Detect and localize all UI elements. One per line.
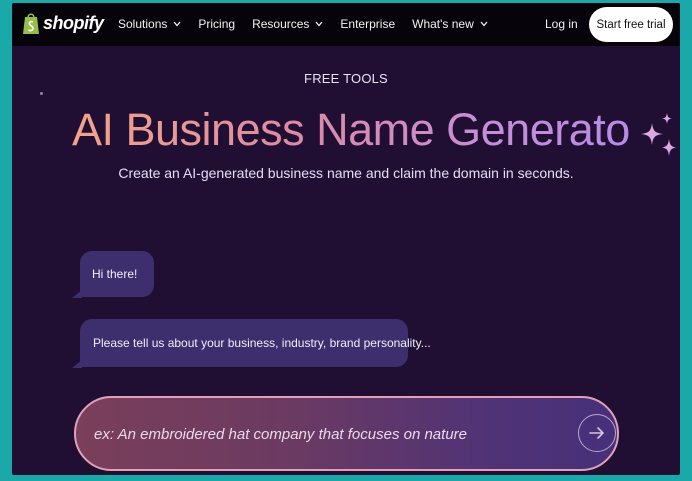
chat-message-text: Please tell us about your business, indu… xyxy=(93,336,431,350)
decorative-dot xyxy=(40,92,43,95)
chat-message: Hi there! xyxy=(80,251,154,297)
logo-wordmark: shopify xyxy=(43,12,104,33)
sparkle-icon xyxy=(641,113,676,156)
nav-item-solutions[interactable]: Solutions xyxy=(118,17,181,31)
start-free-trial-button[interactable]: Start free trial xyxy=(589,7,673,42)
shopping-bag-icon xyxy=(23,13,39,34)
browser-viewport: shopify Solutions Pricing Resources Ente… xyxy=(12,3,680,475)
shopify-logo[interactable]: shopify xyxy=(22,11,104,35)
nav-item-label: What's new xyxy=(412,17,474,31)
nav-item-label: Pricing xyxy=(198,17,236,31)
page-title: AI Business Name Generator xyxy=(72,99,645,161)
nav-item-pricing[interactable]: Pricing xyxy=(198,17,235,31)
nav-item-label: Resources xyxy=(252,17,310,31)
chat-message: Please tell us about your business, indu… xyxy=(80,319,431,367)
nav-item-whats-new[interactable]: What's new xyxy=(412,17,488,31)
chat-message-text: Hi there! xyxy=(92,267,138,281)
nav-item-label: Solutions xyxy=(118,17,168,31)
nav-menu: Solutions Pricing Resources Enterprise W… xyxy=(118,17,505,31)
nav-item-label: Enterprise xyxy=(340,17,396,31)
chevron-down-icon xyxy=(480,21,488,27)
prompt-box xyxy=(74,396,619,471)
page-subtitle: Create an AI-generated business name and… xyxy=(118,165,574,181)
nav-item-enterprise[interactable]: Enterprise xyxy=(340,17,395,31)
top-navigation: shopify Solutions Pricing Resources Ente… xyxy=(12,3,680,46)
chevron-down-icon xyxy=(173,21,181,27)
chevron-down-icon xyxy=(315,21,323,27)
business-description-input[interactable] xyxy=(94,420,554,448)
arrow-right-icon xyxy=(589,427,604,439)
submit-button[interactable] xyxy=(578,414,616,452)
nav-item-resources[interactable]: Resources xyxy=(252,17,323,31)
login-link[interactable]: Log in xyxy=(545,17,578,31)
eyebrow-label: FREE TOOLS xyxy=(304,71,388,86)
